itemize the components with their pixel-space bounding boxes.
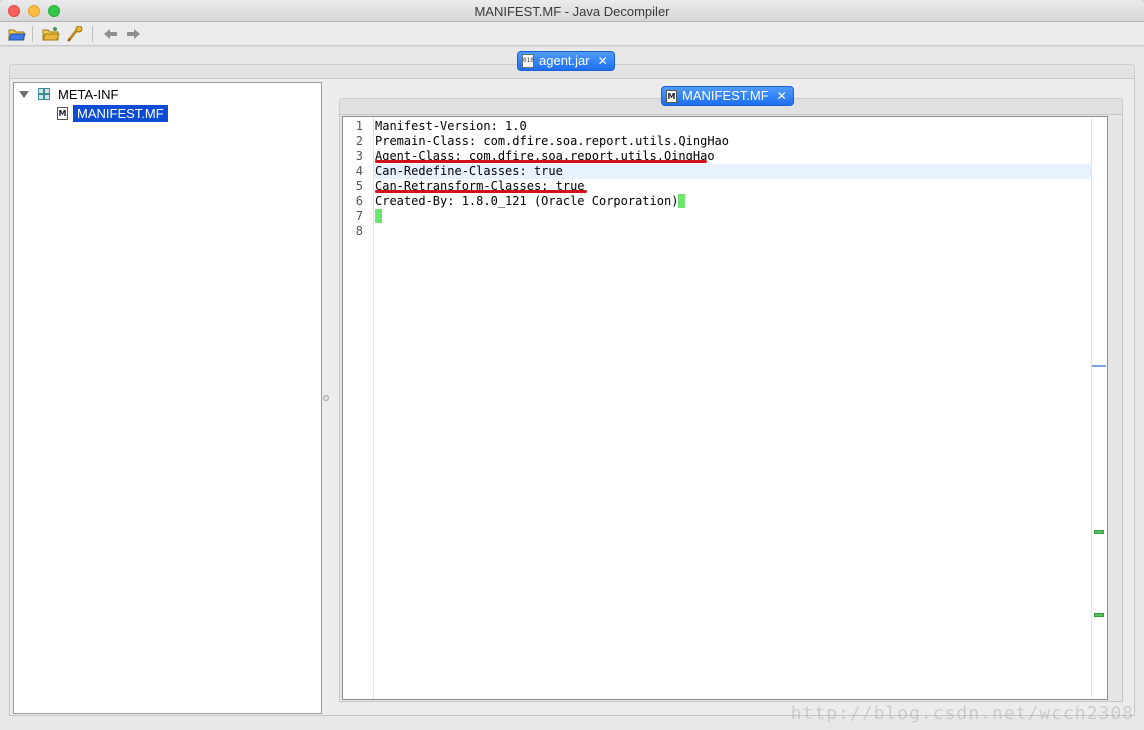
- line-number: 4: [355, 164, 363, 178]
- toolbar: [0, 22, 1144, 46]
- line-number: 5: [355, 179, 363, 193]
- manifest-file-icon: M: [666, 89, 677, 103]
- code-text: Manifest-Version: 1.0: [375, 119, 527, 133]
- code-text: Created-By: 1.8.0_121 (Oracle Corporatio…: [375, 194, 679, 208]
- open-file-icon[interactable]: [8, 26, 26, 42]
- current-line-marker: [1092, 365, 1106, 367]
- window-title: MANIFEST.MF - Java Decompiler: [474, 4, 670, 19]
- overview-ruler[interactable]: [1091, 117, 1107, 699]
- close-tab-icon[interactable]: ✕: [777, 87, 787, 105]
- file-tree: META-INF M MANIFEST.MF: [13, 82, 322, 714]
- tab-manifest-mf[interactable]: M MANIFEST.MF ✕: [661, 86, 794, 106]
- jar-file-icon: 010: [522, 54, 534, 68]
- occurrence-marker[interactable]: [1094, 530, 1104, 534]
- tab-label: MANIFEST.MF: [682, 88, 769, 103]
- toolbar-separator: [32, 26, 33, 42]
- search-icon[interactable]: [66, 25, 84, 42]
- code-line-current: Can-Redefine-Classes: true: [374, 164, 1091, 179]
- code-editor[interactable]: 1 2 3 4 5 6 7 8 Manifest-Version: 1.0 Pr…: [342, 116, 1108, 700]
- manifest-file-icon: M: [57, 106, 68, 120]
- code-text: Premain-Class: com.dfire.soa.report.util…: [375, 134, 730, 148]
- watermark: http://blog.csdn.net/wcch2308: [790, 703, 1134, 724]
- tree-item-label: META-INF: [58, 86, 119, 102]
- code-text: Can-Redefine-Classes: true: [375, 164, 563, 178]
- tab-agent-jar[interactable]: 010 agent.jar ✕: [517, 51, 615, 71]
- annotation-underline: [375, 160, 707, 163]
- code-line: [374, 209, 1091, 224]
- tree-item-meta-inf[interactable]: META-INF: [19, 85, 118, 103]
- code-line: [374, 224, 1091, 239]
- bracket-match-marker: [678, 194, 686, 208]
- line-number: 6: [355, 194, 363, 208]
- text-caret: [375, 209, 382, 223]
- close-tab-icon[interactable]: ✕: [598, 52, 608, 70]
- code-line: Premain-Class: com.dfire.soa.report.util…: [374, 134, 1091, 149]
- line-number: 8: [355, 224, 363, 238]
- split-pane-handle[interactable]: [323, 395, 329, 401]
- annotation-underline: [375, 190, 587, 193]
- open-folder-icon[interactable]: [42, 26, 60, 42]
- code-line: Created-By: 1.8.0_121 (Oracle Corporatio…: [374, 194, 1091, 209]
- toolbar-separator: [92, 26, 93, 42]
- title-bar: MANIFEST.MF - Java Decompiler: [0, 0, 1144, 22]
- line-number: 7: [355, 209, 363, 223]
- forward-arrow-icon[interactable]: [124, 26, 142, 42]
- line-number: 2: [355, 134, 363, 148]
- line-number: 3: [355, 149, 363, 163]
- package-icon: [38, 88, 50, 100]
- code-line: Manifest-Version: 1.0: [374, 119, 1091, 134]
- tab-label: agent.jar: [539, 53, 590, 68]
- expand-triangle-icon[interactable]: [19, 90, 29, 98]
- tree-item-manifest[interactable]: M MANIFEST.MF: [57, 104, 168, 122]
- tree-item-label: MANIFEST.MF: [73, 104, 168, 122]
- occurrence-marker[interactable]: [1094, 613, 1104, 617]
- line-number: 1: [355, 119, 363, 133]
- line-number-gutter: 1 2 3 4 5 6 7 8: [343, 117, 374, 699]
- back-arrow-icon[interactable]: [102, 26, 120, 42]
